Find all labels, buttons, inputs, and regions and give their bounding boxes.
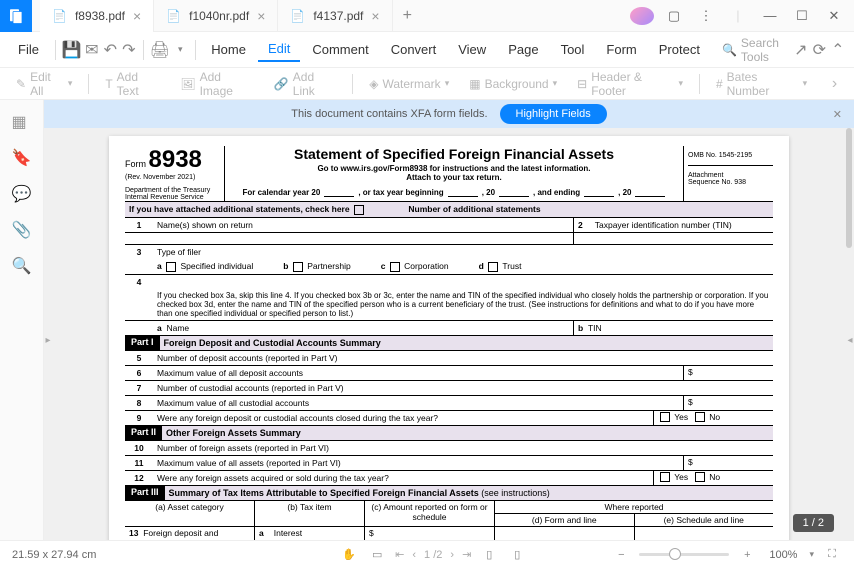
right-handle[interactable]: ◂ xyxy=(846,320,854,360)
undo-icon[interactable]: ↶ xyxy=(102,38,119,62)
close-notification-icon[interactable]: ✕ xyxy=(833,108,842,121)
menu-form[interactable]: Form xyxy=(596,38,646,61)
redo-icon[interactable]: ↷ xyxy=(121,38,138,62)
xfa-message: This document contains XFA form fields. xyxy=(291,108,487,120)
pdf-icon: 📄 xyxy=(166,9,181,23)
thumbnails-icon[interactable]: ▦ xyxy=(12,112,32,132)
left-handle[interactable]: ▸ xyxy=(44,320,52,360)
search-icon: 🔍 xyxy=(722,43,737,57)
zoom-out-icon[interactable]: − xyxy=(611,549,631,561)
titlebar: 📄f8938.pdf× 📄f1040nr.pdf× 📄f4137.pdf× + … xyxy=(0,0,854,32)
bates-number-button[interactable]: #Bates Number▾ xyxy=(708,68,815,100)
menu-edit[interactable]: Edit xyxy=(258,37,300,62)
print-dropdown-icon[interactable]: ▾ xyxy=(172,38,189,62)
tab-1[interactable]: 📄f1040nr.pdf× xyxy=(154,0,278,32)
tab-0[interactable]: 📄f8938.pdf× xyxy=(40,0,154,32)
search-panel-icon[interactable]: 🔍 xyxy=(12,256,32,276)
add-image-button[interactable]: 🖼Add Image xyxy=(172,68,262,100)
menu-home[interactable]: Home xyxy=(201,38,256,61)
left-sidebar: ▦ 🔖 💬 📎 🔍 xyxy=(0,100,44,540)
document-viewport[interactable]: This document contains XFA form fields. … xyxy=(44,100,854,540)
menu-convert[interactable]: Convert xyxy=(381,38,447,61)
menu-view[interactable]: View xyxy=(448,38,496,61)
zoom-slider[interactable] xyxy=(639,553,729,556)
close-icon[interactable]: × xyxy=(133,8,141,24)
page-dimensions: 21.59 x 27.94 cm xyxy=(12,549,96,561)
close-window-icon[interactable]: ✕ xyxy=(822,8,846,24)
pdf-page: Form 8938 (Rev. November 2021) Departmen… xyxy=(109,136,789,540)
background-button[interactable]: ▦Background▾ xyxy=(461,75,565,93)
page-indicator-badge: 1 / 2 xyxy=(793,514,834,532)
hand-tool-icon[interactable]: ✋ xyxy=(339,548,359,561)
last-page-icon[interactable]: ⇥ xyxy=(462,548,471,561)
search-tools[interactable]: 🔍Search Tools xyxy=(714,36,791,64)
add-text-button[interactable]: TAdd Text xyxy=(97,68,168,100)
maximize-icon[interactable]: ☐ xyxy=(790,8,814,24)
xfa-notification: This document contains XFA form fields. … xyxy=(44,100,854,128)
edit-toolbar: ✎Edit All▾ TAdd Text 🖼Add Image 🔗Add Lin… xyxy=(0,68,854,100)
kebab-icon[interactable]: ⋮ xyxy=(694,8,718,24)
comments-icon[interactable]: 💬 xyxy=(12,184,32,204)
select-tool-icon[interactable]: ▭ xyxy=(367,548,387,561)
add-tab-button[interactable]: + xyxy=(393,7,422,25)
print-icon[interactable]: 🖨 xyxy=(150,38,170,62)
menu-protect[interactable]: Protect xyxy=(649,38,710,61)
more-tools-icon[interactable]: › xyxy=(823,72,846,96)
collapse-icon[interactable]: ⌃ xyxy=(830,38,847,62)
pdf-icon: 📄 xyxy=(290,9,305,23)
menu-page[interactable]: Page xyxy=(498,38,548,61)
next-page-icon[interactable]: › xyxy=(450,549,454,561)
sync-icon[interactable]: ⟳ xyxy=(811,38,828,62)
page-nav: ⇤ ‹ 1 /2 › ⇥ xyxy=(395,548,471,561)
workspace: ▦ 🔖 💬 📎 🔍 ▸ ◂ This document contains XFA… xyxy=(0,100,854,540)
edit-all-button[interactable]: ✎Edit All▾ xyxy=(8,68,80,100)
checkbox[interactable] xyxy=(354,205,364,215)
external-link-icon[interactable]: ↗ xyxy=(793,38,810,62)
header-footer-button[interactable]: ⊟Header & Footer▾ xyxy=(569,68,691,100)
statusbar: 21.59 x 27.94 cm ✋ ▭ ⇤ ‹ 1 /2 › ⇥ ▯ ▯ − … xyxy=(0,540,854,568)
minimize-icon[interactable]: — xyxy=(758,8,782,23)
menu-tool[interactable]: Tool xyxy=(551,38,595,61)
close-icon[interactable]: × xyxy=(371,8,379,24)
tab-2[interactable]: 📄f4137.pdf× xyxy=(278,0,392,32)
file-menu[interactable]: File xyxy=(8,42,49,57)
zoom-level[interactable]: 100% xyxy=(769,549,797,561)
user-badge[interactable] xyxy=(630,7,654,25)
notification-icon[interactable]: ▢ xyxy=(662,8,686,24)
bookmarks-icon[interactable]: 🔖 xyxy=(12,148,32,168)
highlight-fields-button[interactable]: Highlight Fields xyxy=(500,104,607,124)
menubar: File 💾 ✉ ↶ ↷ 🖨 ▾ Home Edit Comment Conve… xyxy=(0,32,854,68)
fit-page-icon[interactable]: ⛶ xyxy=(822,548,842,561)
add-link-button[interactable]: 🔗Add Link xyxy=(266,68,344,100)
close-icon[interactable]: × xyxy=(257,8,265,24)
menu-comment[interactable]: Comment xyxy=(302,38,378,61)
separator: | xyxy=(726,8,750,23)
zoom-in-icon[interactable]: + xyxy=(737,549,757,561)
single-page-icon[interactable]: ▯ xyxy=(479,548,499,561)
first-page-icon[interactable]: ⇤ xyxy=(395,548,404,561)
continuous-icon[interactable]: ▯ xyxy=(507,548,527,561)
pdf-icon: 📄 xyxy=(52,9,67,23)
attachments-icon[interactable]: 📎 xyxy=(12,220,32,240)
mail-icon[interactable]: ✉ xyxy=(84,38,101,62)
prev-page-icon[interactable]: ‹ xyxy=(412,549,416,561)
app-logo xyxy=(0,0,32,32)
page-number-input[interactable]: 1 xyxy=(424,549,430,561)
watermark-button[interactable]: ◈Watermark▾ xyxy=(361,75,457,93)
save-icon[interactable]: 💾 xyxy=(62,38,82,62)
form-title: Statement of Specified Foreign Financial… xyxy=(233,146,675,162)
